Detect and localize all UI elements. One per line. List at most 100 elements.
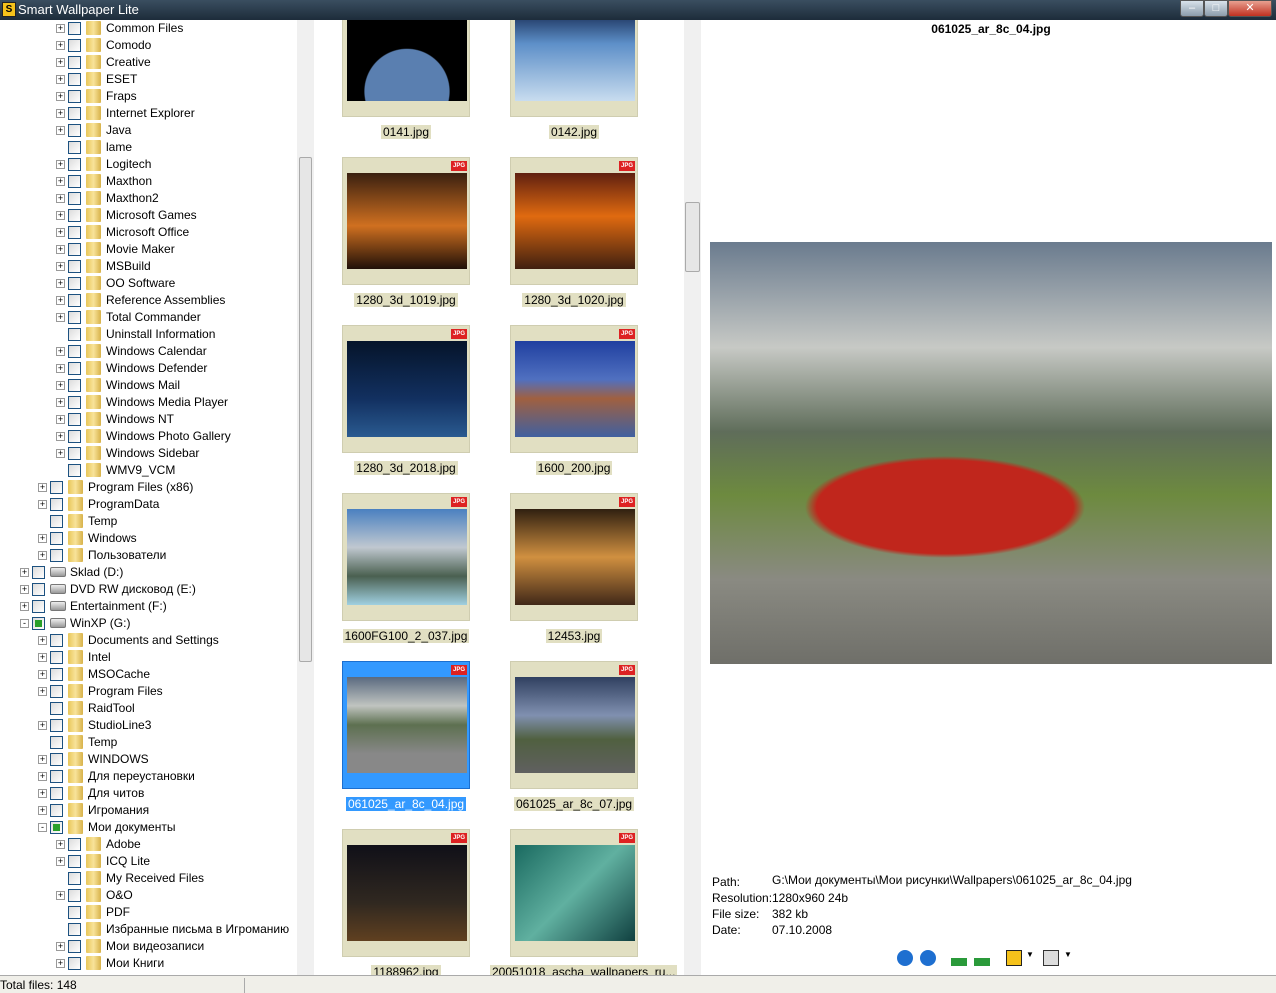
tree-checkbox[interactable] bbox=[68, 362, 81, 375]
tree-item[interactable]: + Program Files bbox=[0, 683, 296, 700]
thumbnail-label[interactable]: 1280_3d_2018.jpg bbox=[322, 461, 490, 475]
tree-item[interactable]: Uninstall Information bbox=[0, 326, 296, 343]
previous-icon[interactable] bbox=[897, 950, 913, 966]
expand-icon[interactable]: + bbox=[56, 398, 65, 407]
thumbnail[interactable]: JPG bbox=[510, 325, 638, 453]
tree-checkbox[interactable] bbox=[68, 311, 81, 324]
tree-checkbox[interactable] bbox=[68, 192, 81, 205]
tree-item[interactable]: - WinXP (G:) bbox=[0, 615, 296, 632]
tree-checkbox[interactable] bbox=[68, 73, 81, 86]
tree-checkbox[interactable] bbox=[50, 719, 63, 732]
tree-item[interactable]: + Intel bbox=[0, 649, 296, 666]
tree-checkbox[interactable] bbox=[68, 277, 81, 290]
tree-checkbox[interactable] bbox=[68, 872, 81, 885]
tree-item[interactable]: + ProgramData bbox=[0, 496, 296, 513]
tree-checkbox[interactable] bbox=[68, 243, 81, 256]
expand-icon[interactable]: + bbox=[56, 432, 65, 441]
tree-item[interactable]: + MSOCache bbox=[0, 666, 296, 683]
tree-item[interactable]: + Мои видеозаписи bbox=[0, 938, 296, 955]
tree-checkbox[interactable] bbox=[68, 209, 81, 222]
tree-checkbox[interactable] bbox=[50, 736, 63, 749]
tree-item[interactable]: + Fraps bbox=[0, 88, 296, 105]
tree-item[interactable]: + Windows bbox=[0, 530, 296, 547]
expand-icon[interactable]: + bbox=[56, 381, 65, 390]
thumbnail[interactable]: JPG bbox=[342, 661, 470, 789]
tree-item[interactable]: + Для переустановки bbox=[0, 768, 296, 785]
thumbs-scroll-thumb[interactable] bbox=[685, 202, 700, 272]
tree-item[interactable]: + Maxthon bbox=[0, 173, 296, 190]
expand-icon[interactable]: + bbox=[38, 500, 47, 509]
tree-checkbox[interactable] bbox=[68, 22, 81, 35]
tree-item[interactable]: + WINDOWS bbox=[0, 751, 296, 768]
tree-item[interactable]: - Мои документы bbox=[0, 819, 296, 836]
expand-icon[interactable]: + bbox=[56, 160, 65, 169]
thumbnail-label[interactable]: 20051018_ascha_wallpapers_ru... bbox=[490, 965, 678, 975]
expand-icon[interactable]: + bbox=[56, 364, 65, 373]
maximize-button[interactable]: □ bbox=[1204, 0, 1228, 17]
tree-checkbox[interactable] bbox=[50, 651, 63, 664]
tree-checkbox[interactable] bbox=[68, 855, 81, 868]
tree-item[interactable]: Избранные письма в Игроманию bbox=[0, 921, 296, 938]
thumbnail[interactable] bbox=[342, 20, 470, 117]
stretch-dropdown-icon[interactable]: ▼ bbox=[1026, 950, 1036, 966]
tree-item[interactable]: + Sklad (D:) bbox=[0, 564, 296, 581]
expand-icon[interactable]: + bbox=[56, 177, 65, 186]
tree-checkbox[interactable] bbox=[68, 158, 81, 171]
expand-icon[interactable]: + bbox=[56, 262, 65, 271]
expand-icon[interactable]: + bbox=[56, 228, 65, 237]
tree-checkbox[interactable] bbox=[68, 294, 81, 307]
tree-item[interactable]: + Program Files (x86) bbox=[0, 479, 296, 496]
tree-item[interactable]: + Total Commander bbox=[0, 309, 296, 326]
expand-icon[interactable]: + bbox=[38, 653, 47, 662]
tree-item[interactable]: + Microsoft Office bbox=[0, 224, 296, 241]
tree-checkbox[interactable] bbox=[50, 787, 63, 800]
tree-checkbox[interactable] bbox=[68, 226, 81, 239]
tree-item[interactable]: + Для читов bbox=[0, 785, 296, 802]
tree-checkbox[interactable] bbox=[50, 668, 63, 681]
next-icon[interactable] bbox=[920, 950, 936, 966]
tree-checkbox[interactable] bbox=[50, 498, 63, 511]
tree-checkbox[interactable] bbox=[50, 702, 63, 715]
tree-checkbox[interactable] bbox=[50, 532, 63, 545]
tree-item[interactable]: + DVD RW дисковод (E:) bbox=[0, 581, 296, 598]
collapse-icon[interactable]: - bbox=[38, 823, 47, 832]
tree-checkbox[interactable] bbox=[50, 685, 63, 698]
tree-checkbox[interactable] bbox=[68, 957, 81, 970]
expand-icon[interactable]: + bbox=[56, 959, 65, 968]
tree-item[interactable]: + Windows Sidebar bbox=[0, 445, 296, 462]
tree-item[interactable]: + Windows Calendar bbox=[0, 343, 296, 360]
tree-item[interactable]: + ESET bbox=[0, 71, 296, 88]
tree-item[interactable]: WMV9_VCM bbox=[0, 462, 296, 479]
tree-item[interactable]: + Windows Mail bbox=[0, 377, 296, 394]
thumbnail[interactable]: JPG bbox=[510, 829, 638, 957]
tree-item[interactable]: + Windows Defender bbox=[0, 360, 296, 377]
tree-scroll-thumb[interactable] bbox=[299, 157, 312, 662]
tree-checkbox[interactable] bbox=[50, 804, 63, 817]
tree-checkbox[interactable] bbox=[68, 124, 81, 137]
tree-checkbox[interactable] bbox=[32, 566, 45, 579]
tree-checkbox[interactable] bbox=[68, 889, 81, 902]
tree-checkbox[interactable] bbox=[32, 583, 45, 596]
tree-checkbox[interactable] bbox=[68, 328, 81, 341]
tree-checkbox[interactable] bbox=[68, 175, 81, 188]
tree-item[interactable]: + Common Files bbox=[0, 20, 296, 37]
properties-icon[interactable] bbox=[1043, 950, 1059, 966]
expand-icon[interactable]: + bbox=[56, 41, 65, 50]
tree-item[interactable]: + Мои Книги bbox=[0, 955, 296, 972]
tree-checkbox[interactable] bbox=[68, 430, 81, 443]
tree-item[interactable]: + Creative bbox=[0, 54, 296, 71]
tree-item[interactable]: + Игромания bbox=[0, 802, 296, 819]
tree-checkbox[interactable] bbox=[68, 447, 81, 460]
properties-dropdown-icon[interactable]: ▼ bbox=[1064, 950, 1074, 966]
tree-item[interactable]: + Windows Photo Gallery bbox=[0, 428, 296, 445]
thumbnail[interactable]: JPG bbox=[510, 157, 638, 285]
tree-checkbox[interactable] bbox=[68, 39, 81, 52]
thumbnail-label[interactable]: 12453.jpg bbox=[490, 629, 658, 643]
expand-icon[interactable]: + bbox=[38, 670, 47, 679]
tree-checkbox[interactable] bbox=[68, 464, 81, 477]
tree-item[interactable]: + Windows NT bbox=[0, 411, 296, 428]
tree-item[interactable]: Temp bbox=[0, 513, 296, 530]
tree-checkbox[interactable] bbox=[50, 634, 63, 647]
tree-checkbox[interactable] bbox=[68, 940, 81, 953]
tree-item[interactable]: + Internet Explorer bbox=[0, 105, 296, 122]
